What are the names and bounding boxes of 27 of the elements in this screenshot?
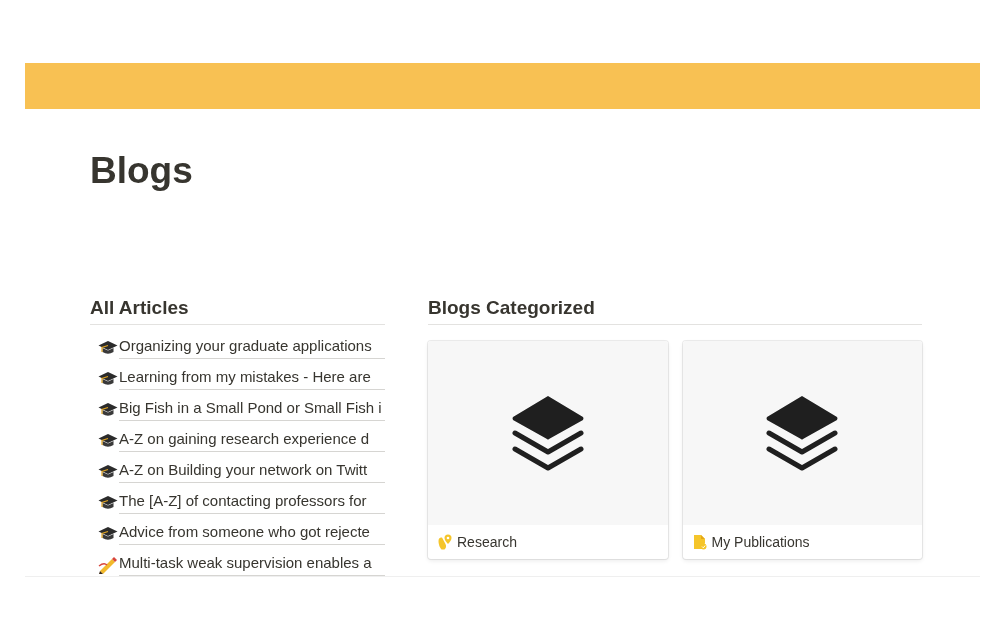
- graduation-cap-icon: [98, 400, 118, 419]
- article-link[interactable]: A-Z on gaining research experience d: [119, 429, 385, 452]
- graduation-cap-icon: [98, 524, 118, 543]
- graduation-cap-icon: [98, 493, 118, 512]
- graduation-cap-icon: [98, 431, 118, 450]
- pencil-icon: [98, 555, 118, 574]
- card-title: My Publications: [711, 533, 810, 551]
- article-link[interactable]: Multi-task weak supervision enables a: [119, 553, 385, 576]
- category-card[interactable]: My Publications: [682, 341, 922, 559]
- graduation-cap-icon: [98, 462, 118, 481]
- graduation-cap-icon: [98, 369, 118, 388]
- map-pin-icon: [438, 534, 452, 550]
- article-link[interactable]: Advice from someone who got rejecte: [119, 522, 385, 545]
- graduation-cap-icon: [98, 338, 118, 357]
- layers-icon: [766, 395, 839, 471]
- section-heading: All Articles: [90, 296, 189, 320]
- article-link[interactable]: The [A-Z] of contacting professors for: [119, 491, 385, 514]
- article-link[interactable]: A-Z on Building your network on Twitt: [119, 460, 385, 483]
- category-card[interactable]: Research: [428, 341, 668, 559]
- card-title: Research: [457, 533, 517, 551]
- layers-icon: [511, 395, 584, 471]
- article-link[interactable]: Learning from my mistakes - Here are: [119, 367, 385, 390]
- article-link[interactable]: Big Fish in a Small Pond or Small Fish i: [119, 398, 385, 421]
- page-title: Blogs: [90, 149, 193, 193]
- section-heading: Blogs Categorized: [428, 296, 595, 320]
- article-link[interactable]: Organizing your graduate applications: [119, 336, 385, 359]
- document-icon: [692, 534, 707, 550]
